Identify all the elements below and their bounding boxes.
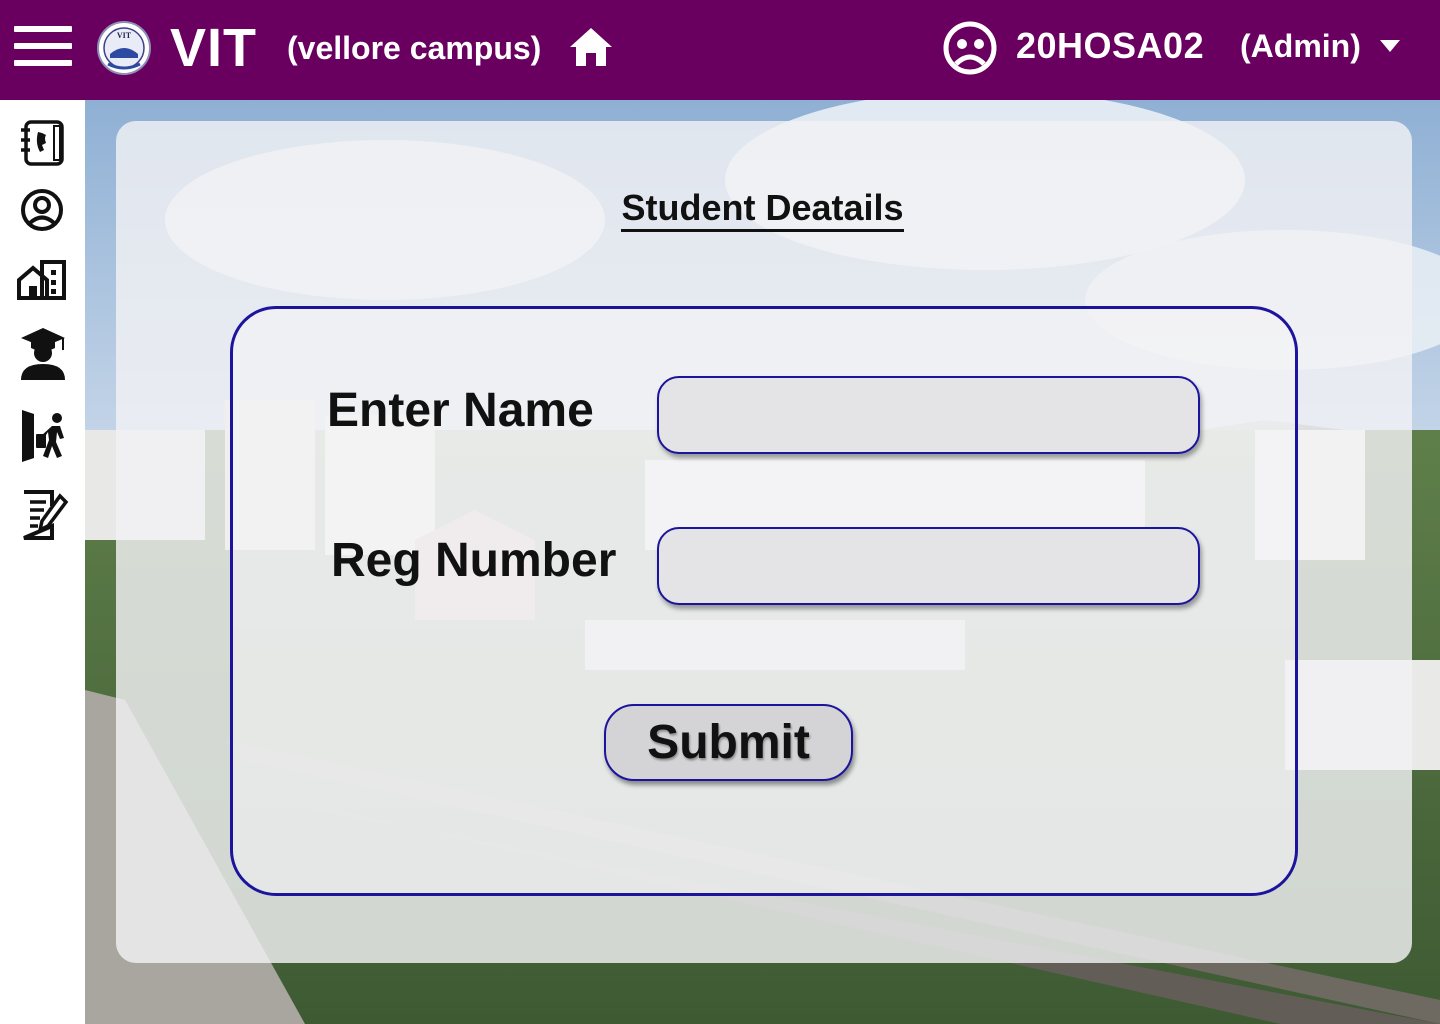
submit-button[interactable]: Submit (604, 704, 853, 781)
edit-document-icon (23, 490, 69, 540)
name-input[interactable] (657, 376, 1200, 454)
user-role: (Admin) (1240, 28, 1361, 64)
top-app-bar: VIT VIT (vellore campus) 20HOSA02 (Admin… (0, 0, 1440, 100)
logo-text: VIT (117, 31, 132, 40)
sidebar-item-contacts[interactable] (16, 116, 70, 170)
app-brand: VIT (170, 18, 258, 78)
campus-label: (vellore campus) (287, 30, 542, 66)
sidebar (0, 100, 85, 1024)
page-title: Student Deatails (0, 186, 1440, 232)
sidebar-item-leave[interactable] (16, 408, 70, 462)
vit-logo: VIT (97, 21, 151, 75)
user-avatar-icon[interactable] (942, 20, 998, 76)
exit-leave-icon (22, 410, 64, 462)
name-label: Enter Name (327, 384, 594, 437)
sidebar-item-reports[interactable] (16, 488, 70, 542)
sidebar-item-buildings[interactable] (16, 254, 70, 308)
page-title-text: Student Deatails (621, 187, 904, 232)
user-id: 20HOSA02 (1016, 25, 1205, 66)
reg-number-input[interactable] (657, 527, 1200, 605)
home-icon[interactable] (568, 26, 614, 68)
graduate-icon (21, 328, 65, 380)
hamburger-menu-icon[interactable] (14, 26, 72, 66)
reg-number-label: Reg Number (331, 534, 617, 587)
contacts-book-icon (21, 120, 64, 166)
buildings-icon (17, 260, 66, 300)
chevron-down-icon[interactable] (1378, 38, 1402, 54)
sidebar-item-students[interactable] (16, 326, 70, 380)
